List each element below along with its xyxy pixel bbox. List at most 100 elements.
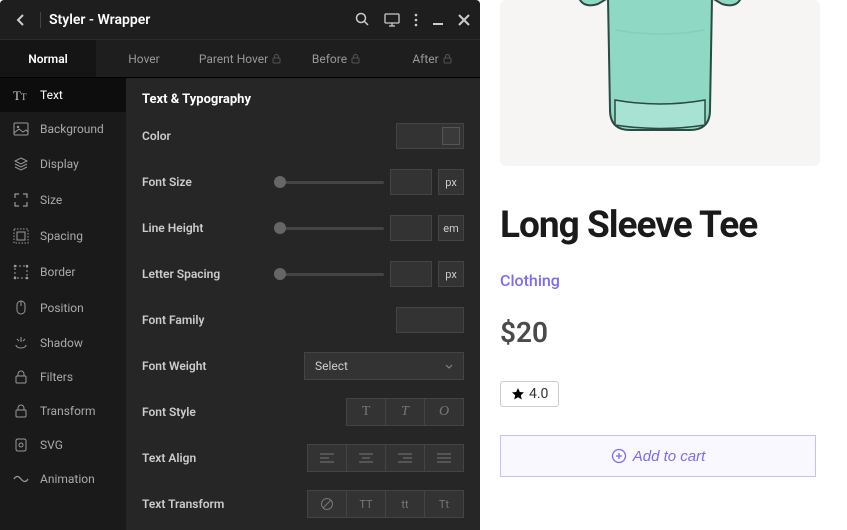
tab-label: Normal <box>28 52 68 66</box>
section-title: Text & Typography <box>142 92 464 107</box>
search-button[interactable] <box>355 12 370 27</box>
sidebar-item-label: Display <box>40 157 79 171</box>
transform-lowercase[interactable]: tt <box>385 490 425 518</box>
sidebar-item-transform[interactable]: Transform <box>0 394 126 428</box>
text-transform-group: TT tt Tt <box>307 490 464 518</box>
typography-content: Text & Typography Color Font Size px Lin… <box>126 78 480 530</box>
tab-label: After <box>412 52 438 66</box>
sidebar-item-label: Filters <box>40 370 73 384</box>
svg-text:T: T <box>13 88 21 102</box>
more-vertical-icon <box>414 13 418 27</box>
row-label: Font Family <box>142 313 242 327</box>
transform-uppercase[interactable]: TT <box>346 490 386 518</box>
rating-value: 4.0 <box>529 386 548 402</box>
font-style-normal[interactable]: T <box>346 398 386 426</box>
divider <box>40 12 41 28</box>
sidebar: TT Text Background Display Size Spacing <box>0 78 126 530</box>
device-button[interactable] <box>384 13 400 27</box>
styler-panel: Styler - Wrapper Normal Hover Parent Hov… <box>0 0 480 530</box>
row-label: Color <box>142 129 242 143</box>
product-category[interactable]: Clothing <box>500 271 827 290</box>
back-button[interactable] <box>10 12 32 28</box>
sidebar-item-label: SVG <box>40 438 63 452</box>
unit-label[interactable]: px <box>438 261 464 287</box>
minimize-button[interactable] <box>432 14 444 26</box>
font-style-oblique[interactable]: O <box>424 398 464 426</box>
unit-label[interactable]: em <box>438 215 464 241</box>
letter-spacing-slider[interactable] <box>274 273 384 276</box>
sidebar-item-display[interactable]: Display <box>0 146 126 182</box>
row-text-align: Text Align <box>142 443 464 473</box>
transform-none[interactable] <box>307 490 347 518</box>
image-icon <box>12 122 30 136</box>
letter-spacing-input[interactable] <box>390 261 432 287</box>
font-style-italic[interactable]: T <box>385 398 425 426</box>
transform-capitalize[interactable]: Tt <box>424 490 464 518</box>
row-label: Line Height <box>142 221 242 235</box>
row-line-height: Line Height em <box>142 213 464 243</box>
border-icon <box>12 264 30 280</box>
tab-normal[interactable]: Normal <box>0 40 96 77</box>
tab-parent-hover[interactable]: Parent Hover <box>192 40 288 77</box>
chevron-down-icon <box>445 364 453 369</box>
font-family-input[interactable] <box>396 307 464 333</box>
state-tabs: Normal Hover Parent Hover Before After <box>0 40 480 78</box>
add-to-cart-button[interactable]: Add to cart <box>500 435 816 477</box>
product-image <box>500 0 820 166</box>
sidebar-item-position[interactable]: Position <box>0 290 126 326</box>
slider-thumb[interactable] <box>274 176 286 188</box>
sidebar-item-label: Position <box>40 301 84 315</box>
text-icon: TT <box>12 88 30 102</box>
tab-label: Hover <box>128 52 159 66</box>
sidebar-item-text[interactable]: TT Text <box>0 78 126 112</box>
tab-after[interactable]: After <box>384 40 480 77</box>
sidebar-item-label: Animation <box>40 472 95 486</box>
unit-label[interactable]: px <box>438 169 464 195</box>
sidebar-item-shadow[interactable]: Shadow <box>0 326 126 360</box>
row-color: Color <box>142 121 464 151</box>
sidebar-item-size[interactable]: Size <box>0 182 126 218</box>
mouse-icon <box>12 300 30 316</box>
sidebar-item-background[interactable]: Background <box>0 112 126 146</box>
line-height-slider[interactable] <box>274 227 384 230</box>
align-right[interactable] <box>385 444 425 472</box>
color-chip <box>442 127 460 145</box>
font-size-slider[interactable] <box>274 181 384 184</box>
align-center[interactable] <box>346 444 386 472</box>
select-value: Select <box>315 359 348 373</box>
row-label: Font Size <box>142 175 242 189</box>
color-picker[interactable] <box>396 123 464 149</box>
resize-icon <box>12 192 30 208</box>
add-to-cart-label: Add to cart <box>633 448 706 465</box>
search-icon <box>355 12 370 27</box>
minimize-icon <box>432 14 444 26</box>
tab-before[interactable]: Before <box>288 40 384 77</box>
sidebar-item-filters[interactable]: Filters <box>0 360 126 394</box>
font-weight-select[interactable]: Select <box>304 352 464 380</box>
row-label: Text Align <box>142 451 242 465</box>
more-button[interactable] <box>414 13 418 27</box>
align-left[interactable] <box>307 444 347 472</box>
sidebar-item-animation[interactable]: Animation <box>0 462 126 496</box>
monitor-icon <box>384 13 400 27</box>
close-button[interactable] <box>458 14 470 26</box>
align-justify[interactable] <box>424 444 464 472</box>
sidebar-item-border[interactable]: Border <box>0 254 126 290</box>
font-size-input[interactable] <box>390 169 432 195</box>
line-height-input[interactable] <box>390 215 432 241</box>
slider-thumb[interactable] <box>274 222 286 234</box>
lock-icon <box>443 54 452 64</box>
sidebar-item-svg[interactable]: SVG <box>0 428 126 462</box>
sidebar-item-label: Spacing <box>40 229 83 243</box>
close-icon <box>458 14 470 26</box>
preview-pane: Long Sleeve Tee Clothing $20 4.0 Add to … <box>480 0 847 530</box>
text-align-group <box>307 444 464 472</box>
slider-thumb[interactable] <box>274 268 286 280</box>
sidebar-item-spacing[interactable]: Spacing <box>0 218 126 254</box>
product-price: $20 <box>500 316 827 349</box>
align-justify-icon <box>436 452 452 464</box>
header-actions <box>355 12 470 27</box>
lock-icon <box>272 54 281 64</box>
tab-hover[interactable]: Hover <box>96 40 192 77</box>
row-text-transform: Text Transform TT tt Tt <box>142 489 464 519</box>
